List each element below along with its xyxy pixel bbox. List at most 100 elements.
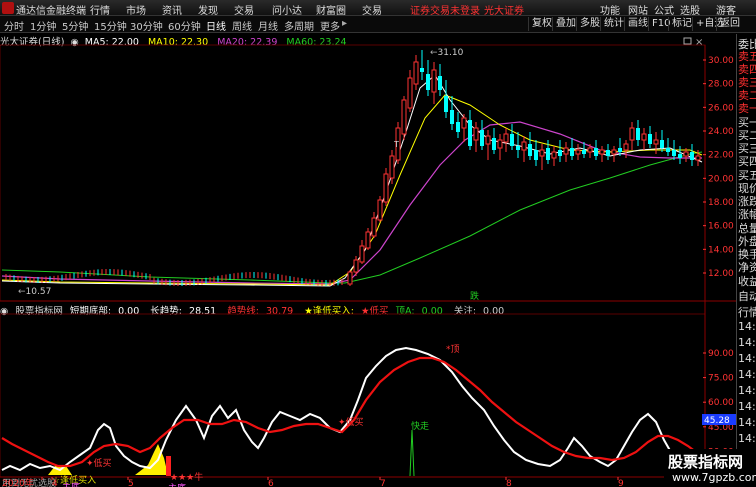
candle-body <box>383 173 389 203</box>
candle-body <box>503 133 509 143</box>
chart-canvas[interactable]: × 30.00 28.00 26.00 24.00 22.00 20.00 18.00 16.… <box>0 0 736 487</box>
candle-body <box>497 139 503 149</box>
peak-label: ←31.10 <box>430 48 464 58</box>
ma20-line <box>1 121 702 285</box>
ma10-line <box>1 94 703 286</box>
candle-body <box>359 245 365 263</box>
candle-body <box>510 134 514 146</box>
sub-tick: 90.00 <box>708 349 734 359</box>
candle-body <box>648 134 652 144</box>
candle-body <box>480 130 484 146</box>
candle-body <box>582 150 586 154</box>
price-tick: 16.00 <box>708 222 734 232</box>
candle-body <box>444 96 448 112</box>
price-tick: 28.00 <box>708 80 734 90</box>
quote-field: 14:5 <box>738 400 756 413</box>
main-chart-frame <box>0 44 706 302</box>
candle-body <box>420 68 424 72</box>
watermark-title: 股票指标网 <box>668 453 744 471</box>
candle-body <box>599 149 605 155</box>
price-tick: 14.00 <box>708 245 734 255</box>
low-label: ←10.57 <box>18 287 51 297</box>
quote-field: 14:5 <box>738 320 756 333</box>
candle-body <box>618 148 622 152</box>
close-icon[interactable]: × <box>695 37 703 48</box>
quote-panel: 委比 卖五 卖四 卖三 卖二 卖一 买一 买二 买三 买四 买五 现价 涨跌 涨幅 总量 外盘 换手 净资 收益 自动… <box>736 34 756 487</box>
candle-body <box>551 151 557 159</box>
candle-body <box>492 138 496 150</box>
sub-tick: 75.00 <box>708 374 734 384</box>
candle-body <box>575 149 581 155</box>
candle-body <box>528 144 532 156</box>
quick-exit-label: 快走 <box>411 420 429 432</box>
watermark-url: www.7gpzb.com <box>672 471 756 484</box>
candle-body <box>473 127 479 141</box>
candle-body <box>563 147 569 155</box>
candle-body <box>695 155 701 161</box>
candle-body <box>347 271 353 285</box>
quote-field: 自动 <box>738 290 756 303</box>
quote-field: 14:5 <box>738 352 756 365</box>
candle-body <box>660 140 664 148</box>
candle-body <box>672 150 676 156</box>
current-value-text: 45.28 <box>704 416 730 426</box>
candle-body <box>389 155 395 179</box>
candle-body <box>456 122 460 132</box>
sub-tick: 60.00 <box>708 398 734 408</box>
quote-field: 14:5 <box>738 384 756 397</box>
watermark: 股票指标网 www.7gpzb.com <box>664 449 756 487</box>
candle-body <box>485 135 491 145</box>
candle-body <box>558 150 562 156</box>
candle-body <box>594 148 598 156</box>
x-label: 2020年 <box>2 477 34 487</box>
candle-body <box>450 110 454 124</box>
candle-body <box>401 99 407 135</box>
quote-field: 行情 <box>738 306 756 319</box>
x-label: 6 <box>268 479 274 487</box>
t-marker: T <box>393 140 399 149</box>
candle-body <box>371 217 377 237</box>
quote-field: 14:5 <box>738 432 756 445</box>
candle-body <box>683 151 689 157</box>
bull-label: ★★★牛 <box>170 471 203 483</box>
candle-body <box>546 148 550 160</box>
candle-body <box>461 117 467 129</box>
x-label: 4 <box>52 479 58 487</box>
ma5-line <box>1 74 703 287</box>
price-tick: 24.00 <box>708 127 734 137</box>
maximize-icon[interactable] <box>683 37 692 45</box>
candle-body <box>426 74 430 90</box>
x-label: 8 <box>506 479 512 487</box>
candle-body <box>516 146 520 150</box>
price-tick: 26.00 <box>708 103 734 113</box>
x-label: 9 <box>618 479 624 487</box>
candle-body <box>678 154 682 158</box>
price-tick: 30.00 <box>708 56 734 66</box>
candle-body <box>636 128 640 140</box>
candle-body <box>365 231 371 249</box>
candle-body <box>570 148 574 156</box>
candle-body <box>407 77 413 109</box>
low-buy-label: ✦低买 <box>338 416 364 428</box>
green-spike <box>409 429 415 477</box>
ma60-line <box>1 151 703 284</box>
candle-body <box>641 133 647 141</box>
x-label: 7 <box>380 479 386 487</box>
price-tick: 22.00 <box>708 151 734 161</box>
low-buy-label: ✦低买 <box>86 457 112 469</box>
quote-field: 收益 <box>738 275 756 288</box>
price-tick: 20.00 <box>708 174 734 184</box>
price-tick: 18.00 <box>708 198 734 208</box>
top-signal: *顶 <box>446 344 460 355</box>
candle-body <box>521 141 527 151</box>
candle-body <box>629 127 635 141</box>
candle-body <box>438 76 442 90</box>
trend-line <box>1 356 702 468</box>
quote-field: 14:5 <box>738 336 756 349</box>
price-axis: 30.00 28.00 26.00 24.00 22.00 20.00 18.00 16.00… <box>703 56 734 279</box>
candle-body <box>413 61 419 85</box>
quote-field: 14:5 <box>738 368 756 381</box>
candle-body <box>623 143 629 151</box>
candle-body <box>666 148 670 152</box>
candle-body <box>611 149 617 155</box>
